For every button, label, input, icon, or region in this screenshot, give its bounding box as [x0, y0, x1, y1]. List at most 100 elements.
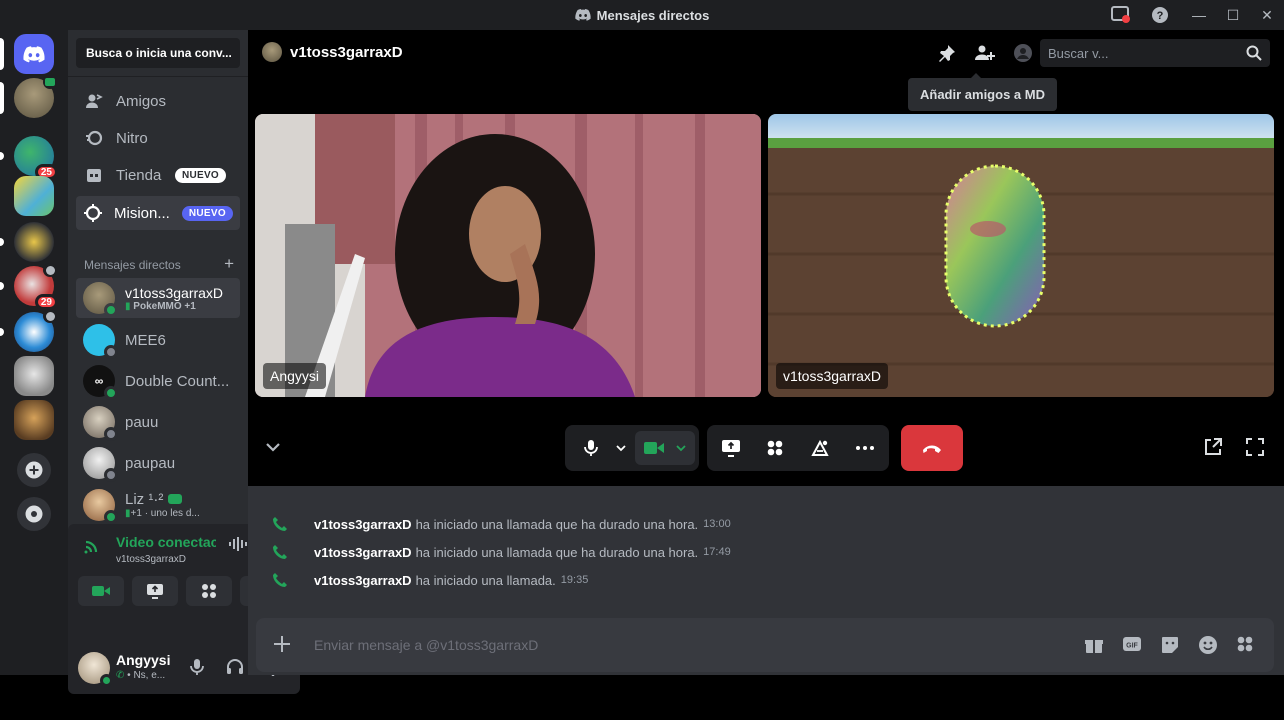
- add-friends-to-dm-icon[interactable]: [974, 42, 996, 64]
- dm-item[interactable]: v1toss3garraxD ▮ PokeMMO +1: [76, 278, 240, 318]
- dm-item[interactable]: ∞ Double Count...: [76, 361, 240, 401]
- inbox-alert-icon[interactable]: [1104, 0, 1138, 30]
- add-server-button[interactable]: [14, 450, 54, 490]
- unread-pill: [0, 82, 4, 114]
- apps-icon[interactable]: [1236, 635, 1254, 656]
- dm-avatar-shortcut[interactable]: [0, 75, 57, 118]
- search-placeholder: Buscar v...: [1048, 45, 1109, 61]
- server-icon-7[interactable]: [14, 400, 54, 440]
- fullscreen-icon[interactable]: [1245, 437, 1265, 460]
- pin-icon[interactable]: [936, 42, 958, 64]
- activities-button[interactable]: [186, 576, 232, 606]
- nav-label: Amigos: [116, 92, 167, 110]
- dm-name-text: Liz ¹·²: [125, 491, 164, 508]
- user-avatar[interactable]: [78, 652, 113, 687]
- nav-label: Tienda: [116, 166, 162, 184]
- phone-icon: [272, 544, 290, 560]
- dm-item[interactable]: pauu: [76, 402, 240, 442]
- message-author[interactable]: v1toss3garraxD: [314, 573, 412, 588]
- soundboard-button[interactable]: [797, 431, 843, 465]
- gif-icon[interactable]: GIF: [1122, 635, 1142, 656]
- message-composer: GIF: [256, 618, 1274, 672]
- video-tile-label: Angyysi: [263, 363, 327, 389]
- dm-name: MEE6: [125, 331, 166, 349]
- activities-button[interactable]: [753, 431, 797, 465]
- dm-item[interactable]: paupau: [76, 443, 240, 483]
- camera-button[interactable]: [78, 576, 124, 606]
- message-text: ha iniciado una llamada que ha durado un…: [415, 516, 699, 532]
- channel-header: v1toss3garraxD: [262, 42, 403, 62]
- help-icon[interactable]: ?: [1138, 0, 1182, 30]
- noise-suppression-icon[interactable]: [228, 536, 248, 555]
- more-options-icon[interactable]: [843, 431, 887, 465]
- server-icon-1[interactable]: 25: [0, 136, 58, 180]
- collapse-chevron-icon[interactable]: [264, 440, 282, 457]
- server-icon-6[interactable]: [14, 356, 54, 396]
- header-avatar[interactable]: [262, 42, 282, 62]
- soundboard-icon: [811, 439, 829, 456]
- microphone-icon[interactable]: [190, 658, 204, 679]
- message-author[interactable]: v1toss3garraxD: [314, 545, 412, 560]
- microphone-icon: [584, 440, 598, 456]
- mute-button[interactable]: [571, 431, 611, 465]
- nav-shop[interactable]: Tienda NUEVO: [76, 158, 240, 192]
- minimize-icon[interactable]: —: [1182, 0, 1216, 30]
- avatar: ∞: [83, 365, 118, 400]
- call-log-message: v1toss3garraxD ha iniciado una llamada. …: [272, 570, 588, 590]
- screen-share-button[interactable]: [709, 431, 753, 465]
- message-input[interactable]: [314, 632, 1014, 658]
- user-status-text: Ns, e...: [133, 670, 166, 681]
- user-profile-icon[interactable]: [1012, 42, 1034, 64]
- voice-status-title[interactable]: Video conectac: [116, 534, 216, 550]
- offline-status-icon: [104, 427, 118, 441]
- message-author[interactable]: v1toss3garraxD: [314, 517, 412, 532]
- dm-section-header: Mensajes directos +: [84, 255, 234, 272]
- upload-plus-icon[interactable]: [272, 634, 292, 657]
- server-icon-2[interactable]: [14, 176, 54, 216]
- end-call-button[interactable]: [901, 425, 963, 471]
- camera-toggle-button[interactable]: [635, 431, 695, 465]
- gift-icon[interactable]: [1084, 635, 1104, 658]
- nav-nitro[interactable]: Nitro: [76, 121, 240, 155]
- dm-activity-text: PokeMMO +1: [133, 300, 196, 312]
- dm-name: Liz ¹·²: [125, 491, 200, 508]
- sticker-icon[interactable]: [1160, 635, 1180, 658]
- server-image: [14, 356, 54, 396]
- avatar: [83, 282, 118, 317]
- connection-signal-icon[interactable]: [84, 538, 102, 557]
- close-icon[interactable]: ✕: [1250, 0, 1284, 30]
- server-icon-3[interactable]: [0, 222, 54, 262]
- find-conversation-button[interactable]: Busca o inicia una conv...: [76, 38, 240, 68]
- server-icon-5[interactable]: [0, 309, 57, 352]
- screen-share-button[interactable]: [132, 576, 178, 606]
- search-input[interactable]: Buscar v...: [1040, 39, 1270, 67]
- maximize-icon[interactable]: ☐: [1216, 0, 1250, 30]
- offline-status-icon: [104, 468, 118, 482]
- dm-item[interactable]: Liz ¹·² ▮+1 · uno les d...: [76, 485, 240, 525]
- emoji-icon[interactable]: [1198, 635, 1218, 658]
- nav-friends[interactable]: Amigos: [76, 84, 240, 118]
- video-tile-remote[interactable]: v1toss3garraxD: [768, 114, 1274, 397]
- dm-item[interactable]: MEE6: [76, 320, 240, 360]
- activities-icon: [202, 584, 216, 598]
- avatar: [83, 489, 118, 524]
- video-badge-icon: [43, 75, 57, 89]
- title-bar: Mensajes directos ? — ☐ ✕: [0, 0, 1284, 30]
- server-icon-4[interactable]: 29: [0, 263, 58, 310]
- avatar: [83, 447, 118, 482]
- discover-button[interactable]: [14, 494, 54, 534]
- headphones-icon[interactable]: [226, 658, 244, 679]
- online-status-icon: [100, 674, 113, 687]
- gamepad-icon: ▮: [125, 300, 131, 312]
- nav-quests[interactable]: Mision... NUEVO: [76, 196, 240, 230]
- popout-icon[interactable]: [1203, 437, 1223, 460]
- camera-options-chevron-icon[interactable]: [676, 444, 686, 452]
- call-tools-controls: [707, 425, 889, 471]
- mic-options-chevron-icon[interactable]: [611, 431, 631, 465]
- user-status: ✆ • Ns, e...: [116, 670, 166, 681]
- create-dm-plus-icon[interactable]: +: [224, 255, 234, 272]
- channel-name[interactable]: v1toss3garraxD: [290, 44, 403, 61]
- home-button[interactable]: [0, 34, 54, 74]
- unread-pill: [0, 328, 4, 336]
- video-tile-self[interactable]: Angyysi: [255, 114, 761, 397]
